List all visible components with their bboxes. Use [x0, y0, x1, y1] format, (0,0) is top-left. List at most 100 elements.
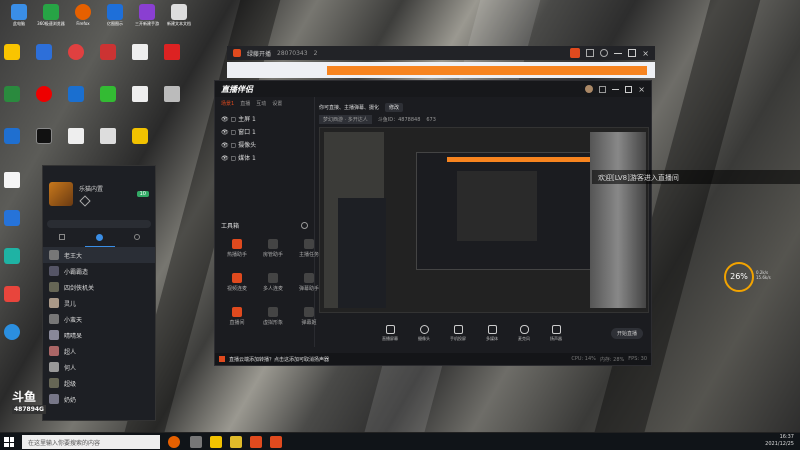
phone-cast-button[interactable]: 手机投屏 — [445, 325, 471, 342]
aiv-icon[interactable] — [164, 44, 180, 60]
maximize-icon[interactable] — [625, 85, 633, 93]
home-icon[interactable] — [570, 48, 581, 58]
grid-icon[interactable] — [586, 49, 595, 57]
list-item[interactable]: 超人 — [43, 343, 155, 359]
tab-scene[interactable]: 场景1 — [221, 100, 234, 107]
scene-item[interactable]: 👁 ▢ 媒体 1 — [221, 152, 308, 165]
desktop-icon[interactable]: 360极速浏览器 — [36, 4, 66, 38]
clock[interactable]: 16:37 2021/12/25 — [765, 434, 794, 448]
desktop-icon[interactable]: Firefox — [68, 4, 98, 38]
chat-user-name: 乐猫内置 — [79, 185, 104, 193]
minimize-icon[interactable] — [612, 88, 620, 90]
list-item[interactable]: 小蛮天 — [43, 311, 155, 327]
list-item[interactable]: 何人 — [43, 359, 155, 375]
app-icon[interactable] — [230, 436, 242, 448]
list-item[interactable]: 老王大 — [43, 247, 155, 263]
app-icon[interactable] — [250, 436, 262, 448]
desktop-icon[interactable]: 新建文本文档 — [164, 4, 194, 38]
document-icon[interactable] — [4, 172, 20, 188]
document-icon[interactable] — [132, 44, 148, 60]
desktop-icon[interactable]: 三开新建手游 — [132, 4, 162, 38]
avatar — [49, 394, 59, 404]
player-icon[interactable] — [4, 248, 20, 264]
screen-capture-button[interactable]: 直播屏幕 — [377, 325, 403, 342]
maximize-icon[interactable] — [628, 49, 637, 57]
document-icon[interactable] — [68, 128, 84, 144]
windows-start-icon[interactable] — [4, 437, 14, 447]
document-icon[interactable] — [164, 86, 180, 102]
app-icon[interactable] — [68, 86, 84, 102]
avatar[interactable] — [49, 182, 73, 206]
close-icon[interactable]: × — [642, 49, 649, 58]
app-icon[interactable] — [4, 286, 20, 302]
speaker-button[interactable]: 扬声器 — [545, 325, 567, 342]
media-icon — [487, 325, 497, 334]
calculator-icon[interactable] — [190, 436, 202, 448]
cloud-icon[interactable] — [4, 324, 20, 340]
capcut-icon[interactable] — [36, 128, 52, 144]
notification-icon[interactable] — [599, 85, 607, 93]
gamepad-icon[interactable] — [600, 49, 609, 57]
start-live-button[interactable]: 开始直播 — [611, 328, 644, 339]
edit-button[interactable]: 修改 — [385, 103, 404, 112]
outer-window-id: 28070343 — [277, 49, 308, 57]
app-icon[interactable] — [100, 86, 116, 102]
document-icon[interactable] — [132, 86, 148, 102]
excel-icon[interactable] — [4, 86, 20, 102]
scene-item[interactable]: 👁 ▢ 主屏 1 — [221, 113, 308, 126]
camera-button[interactable]: 摄像头 — [413, 325, 435, 342]
list-item[interactable]: 晴晴呆 — [43, 327, 155, 343]
folder-icon[interactable] — [132, 128, 148, 144]
search-input[interactable]: 在这里输入你要搜索的内容 — [22, 435, 160, 449]
minimize-icon[interactable] — [614, 52, 623, 54]
stream-preview[interactable] — [319, 127, 649, 313]
user-icon[interactable] — [95, 233, 103, 241]
desktop-icon[interactable]: 亿图图示 — [100, 4, 130, 38]
media-button[interactable]: 多媒体 — [481, 325, 503, 342]
avatar[interactable] — [585, 85, 594, 93]
list-item[interactable]: 超级 — [43, 375, 155, 391]
microphone-button[interactable]: 麦克风 — [513, 325, 535, 342]
app-icon[interactable] — [36, 44, 52, 60]
tool-button[interactable]: 直播间 — [219, 303, 255, 337]
chat-search[interactable] — [47, 220, 151, 228]
tool-button[interactable]: 虚拟形象 — [255, 303, 291, 337]
list-item[interactable]: 四剑侠机关 — [43, 279, 155, 295]
tool-button[interactable]: 多人连麦 — [255, 269, 291, 303]
tool-button[interactable]: 房管助手 — [255, 235, 291, 269]
cloud-notice[interactable]: 直播云端添加转播？点击这添加可取消扬声器 — [229, 356, 329, 363]
document-icon — [171, 4, 187, 20]
collapse-icon[interactable] — [301, 222, 308, 229]
network-gauge[interactable]: 26% — [724, 262, 754, 292]
tab-interact[interactable]: 互动 — [256, 100, 266, 107]
folder-icon[interactable] — [210, 436, 222, 448]
stream-category[interactable]: 梦幻西游 · 多开达人 — [319, 115, 372, 124]
qq-icon[interactable] — [36, 86, 52, 102]
scene-item[interactable]: 👁 ▢ 窗口 1 — [221, 126, 308, 139]
desktop-icon[interactable]: 此电脑 — [4, 4, 34, 38]
message-icon[interactable] — [58, 234, 65, 240]
document-icon[interactable] — [100, 128, 116, 144]
folder-icon[interactable] — [4, 44, 20, 60]
settings-icon[interactable] — [133, 234, 140, 240]
list-item[interactable]: 灵儿 — [43, 295, 155, 311]
streamer-app-icon[interactable] — [270, 436, 282, 448]
list-item[interactable]: 小霸霸造 — [43, 263, 155, 279]
scene-item[interactable]: 👁 ▢ 摄像头 — [221, 139, 308, 152]
outer-window-titlebar: 绿藤开播 28070343 2 × — [227, 46, 655, 60]
tool-button[interactable]: 视频连麦 — [219, 269, 255, 303]
tab-live[interactable]: 直播 — [240, 100, 250, 107]
firefox-icon[interactable] — [168, 436, 180, 448]
firefox-icon[interactable] — [68, 44, 84, 60]
app-icon[interactable] — [4, 210, 20, 226]
list-item[interactable]: 奶奶 — [43, 391, 155, 407]
speaker-icon — [551, 325, 561, 334]
desktop-icon-grid — [4, 44, 194, 164]
app-icon[interactable] — [4, 128, 20, 144]
tool-button[interactable]: 热播助手 — [219, 235, 255, 269]
url-bar-accent[interactable] — [327, 66, 647, 75]
app-icon[interactable] — [100, 44, 116, 60]
group-icon — [268, 273, 278, 283]
tab-settings[interactable]: 设置 — [272, 100, 282, 107]
close-icon[interactable]: × — [638, 85, 645, 94]
